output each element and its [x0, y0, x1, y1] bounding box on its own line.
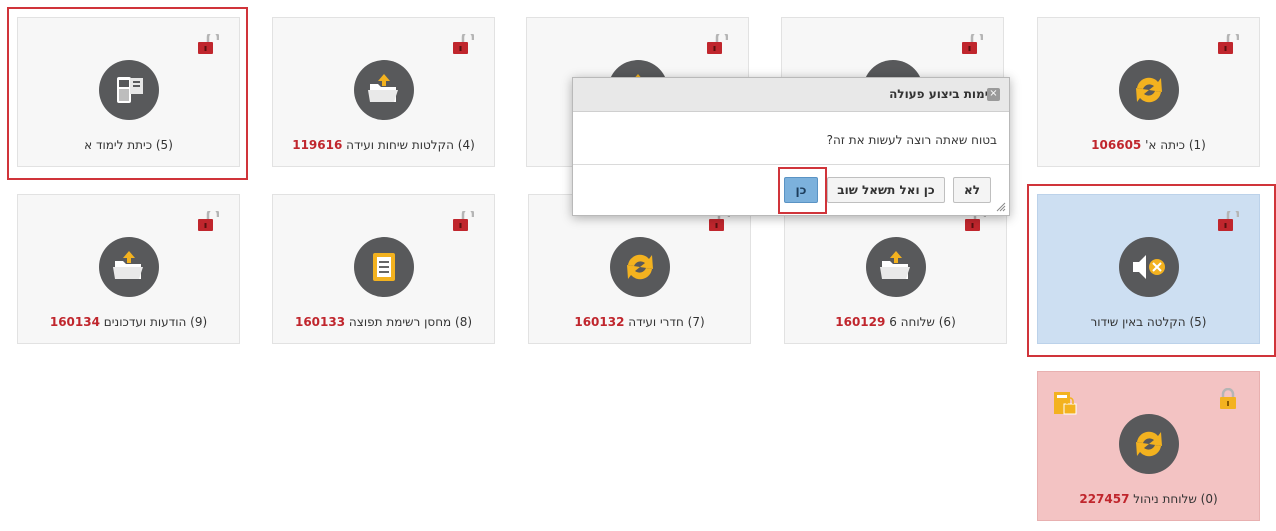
- highlight-box: [1027, 184, 1276, 357]
- folder-upload-icon: [353, 60, 414, 120]
- tile-9-announcements[interactable]: (9) הודעות ועדכונים 160134: [17, 194, 240, 344]
- folder-upload-icon: [865, 237, 926, 297]
- lock-open-icon[interactable]: [1217, 34, 1239, 56]
- dialog-titlebar[interactable]: אימות ביצוע פעולה ×: [573, 78, 1009, 112]
- tile-8-mailing-list[interactable]: (8) מחסן רשימת תפוצה 160133: [272, 194, 495, 344]
- document-lock-icon: [1054, 392, 1077, 415]
- resize-grip-icon[interactable]: [996, 202, 1006, 212]
- tile-label: (4) הקלטות שיחות ועידה 119616: [292, 138, 475, 152]
- tile-7-conference-rooms[interactable]: (7) חדרי ועידה 160132: [528, 194, 751, 344]
- no-button[interactable]: לא: [953, 177, 991, 203]
- refresh-icon: [1118, 414, 1179, 474]
- tile-label: (6) שלוחה 6 160129: [835, 315, 956, 329]
- folder-upload-icon: [98, 237, 159, 297]
- lock-open-icon[interactable]: [452, 34, 474, 56]
- tile-6-extension-6[interactable]: (6) שלוחה 6 160129: [784, 194, 1007, 344]
- refresh-icon: [609, 237, 670, 297]
- lock-closed-icon[interactable]: [1217, 388, 1239, 410]
- lock-open-icon[interactable]: [197, 211, 219, 233]
- dialog-title: אימות ביצוע פעולה: [889, 87, 997, 101]
- tile-label: (0) שלוחת ניהול 227457: [1079, 492, 1218, 506]
- tile-label: (8) מחסן רשימת תפוצה 160133: [294, 315, 473, 329]
- close-icon[interactable]: ×: [987, 88, 1000, 101]
- highlight-box: [7, 7, 248, 180]
- refresh-icon: [1118, 60, 1179, 120]
- document-icon: [353, 237, 414, 297]
- lock-open-icon[interactable]: [706, 34, 728, 56]
- lock-open-icon[interactable]: [452, 211, 474, 233]
- yes-dont-ask-again-button[interactable]: כן ואל תשאל שוב: [827, 177, 945, 203]
- tile-4-conference-recordings[interactable]: (4) הקלטות שיחות ועידה 119616: [272, 17, 495, 167]
- tile-label: (9) הודעות ועדכונים 160134: [49, 315, 208, 329]
- dialog-message: בטוח שאתה רוצה לעשות את זה?: [826, 133, 997, 147]
- tile-1-class-a[interactable]: (1) כיתה א' 106605: [1037, 17, 1260, 167]
- tile-0-admin-extension[interactable]: (0) שלוחת ניהול 227457: [1037, 371, 1260, 521]
- tile-label: (7) חדרי ועידה 160132: [574, 315, 705, 329]
- lock-open-icon[interactable]: [961, 34, 983, 56]
- tile-label: (1) כיתה א' 106605: [1091, 138, 1206, 152]
- highlight-box: [778, 167, 827, 214]
